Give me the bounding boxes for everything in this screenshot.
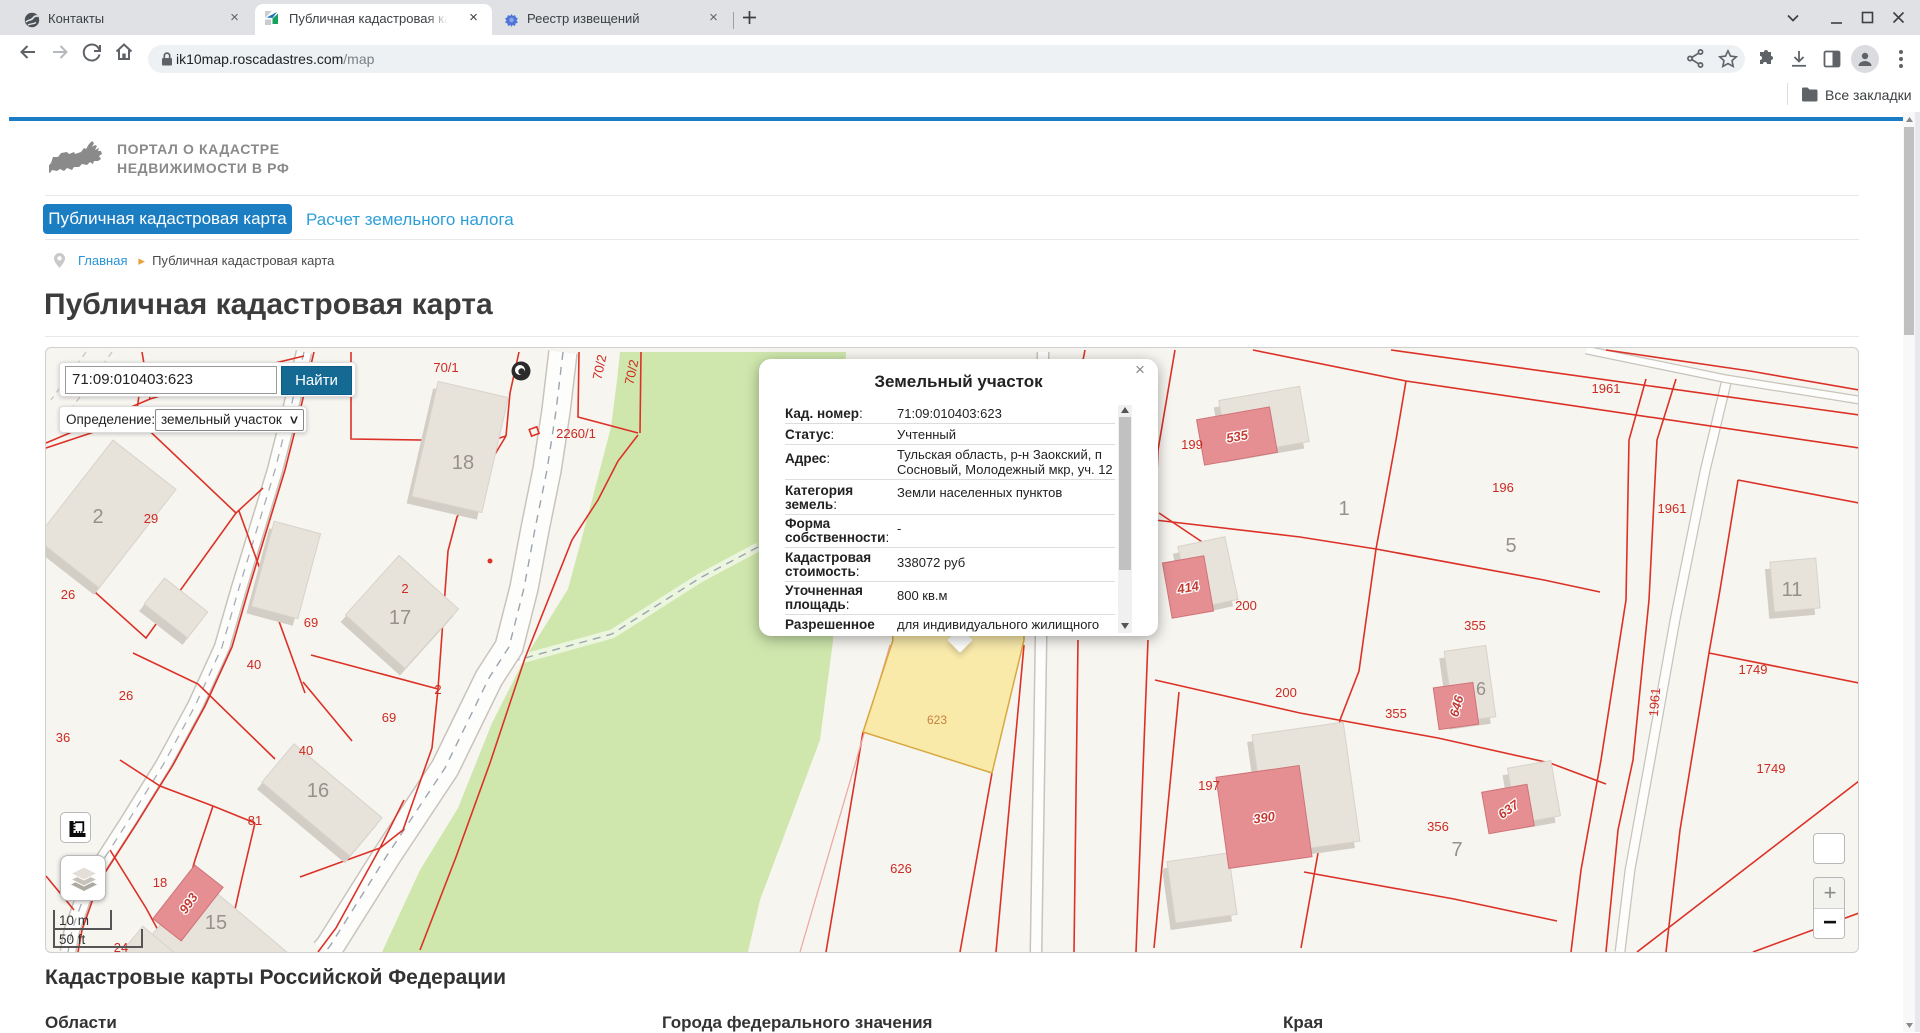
svg-text:70/2: 70/2	[590, 353, 610, 381]
svg-text:11: 11	[1782, 579, 1803, 601]
svg-text:1961: 1961	[1592, 381, 1621, 396]
svg-text:40: 40	[247, 657, 261, 672]
svg-text:81: 81	[248, 813, 262, 828]
svg-text:356: 356	[1427, 819, 1449, 834]
svg-text:1: 1	[1338, 498, 1349, 520]
svg-text:623: 623	[927, 713, 947, 727]
svg-text:17: 17	[389, 607, 411, 629]
svg-text:18: 18	[153, 875, 167, 890]
svg-text:15: 15	[205, 912, 227, 934]
svg-text:50 ft: 50 ft	[59, 932, 86, 947]
svg-text:355: 355	[1385, 706, 1407, 721]
svg-text:18: 18	[452, 452, 474, 474]
svg-text:355: 355	[1464, 618, 1486, 633]
svg-text:196: 196	[1492, 480, 1514, 495]
svg-text:16: 16	[307, 780, 329, 802]
svg-text:2: 2	[434, 682, 441, 697]
svg-text:197: 197	[1198, 778, 1220, 793]
svg-text:5: 5	[1505, 535, 1516, 557]
svg-text:6: 6	[1476, 679, 1486, 699]
svg-text:36: 36	[56, 730, 70, 745]
svg-text:69: 69	[382, 710, 396, 725]
svg-text:200: 200	[1235, 598, 1257, 613]
svg-text:1749: 1749	[1757, 761, 1786, 776]
svg-text:1961: 1961	[1646, 687, 1663, 717]
svg-text:70/1: 70/1	[433, 360, 458, 375]
svg-text:40: 40	[299, 743, 313, 758]
svg-text:390: 390	[1252, 808, 1276, 826]
svg-text:1961: 1961	[1658, 501, 1687, 516]
svg-text:1749: 1749	[1739, 662, 1768, 677]
svg-text:2: 2	[92, 506, 103, 528]
svg-text:2260/1: 2260/1	[556, 426, 596, 441]
svg-text:199: 199	[1181, 437, 1203, 452]
svg-text:69: 69	[304, 615, 318, 630]
svg-text:26: 26	[119, 688, 133, 703]
svg-text:626: 626	[890, 861, 912, 876]
svg-text:200: 200	[1275, 685, 1297, 700]
svg-text:7: 7	[1451, 839, 1462, 861]
svg-text:26: 26	[61, 587, 75, 602]
svg-text:10 m: 10 m	[59, 913, 89, 928]
svg-text:2: 2	[401, 581, 408, 596]
svg-text:29: 29	[144, 511, 158, 526]
